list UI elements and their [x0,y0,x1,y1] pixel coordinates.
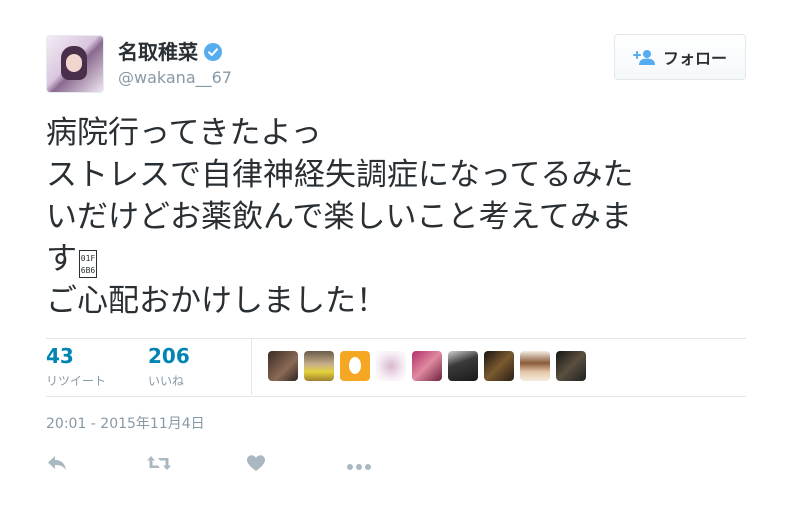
more-button[interactable] [346,452,446,478]
stats-separator [251,339,252,395]
reply-icon [46,454,68,476]
like-button[interactable] [246,452,346,478]
tweet-actions [46,452,446,478]
avatar-face [66,54,82,72]
liker-avatar[interactable] [484,351,514,381]
tweet-line-5: ご心配おかけしました！ [46,283,387,319]
more-icon [346,456,372,475]
stats-top-divider [46,338,746,339]
liker-avatar[interactable] [340,351,370,381]
retweet-icon [146,454,172,476]
tweet-line-1: 病院行ってきたよっ [46,115,322,151]
retweet-stat[interactable]: 43 リツイート [46,344,106,390]
tweet-text: 病院行ってきたよっ ストレスで自律神経失調症になってるみた いだけどお薬飲んで楽… [46,112,746,322]
display-name[interactable]: 名取稚菜 [118,40,222,64]
likers-avatars [268,351,592,381]
heart-icon [246,454,266,476]
retweet-label: リツイート [46,374,107,388]
add-user-icon [632,49,655,65]
like-count[interactable]: 206 [148,344,190,368]
avatar[interactable] [46,35,104,93]
stats-bottom-divider [46,396,746,397]
liker-avatar[interactable] [556,351,586,381]
liker-avatar[interactable] [520,351,550,381]
retweet-button[interactable] [146,452,246,478]
liker-avatar[interactable] [376,351,406,381]
liker-avatar[interactable] [448,351,478,381]
verified-badge-icon [204,43,222,61]
reply-button[interactable] [46,452,146,478]
follow-button[interactable]: フォロー [614,34,746,80]
missing-glyph-box: 01F 6B6 [79,250,97,278]
liker-avatar[interactable] [412,351,442,381]
display-name-text[interactable]: 名取稚菜 [118,40,198,64]
liker-avatar[interactable] [268,351,298,381]
user-handle[interactable]: @wakana__67 [118,68,232,88]
follow-button-label: フォロー [662,49,727,68]
like-label: いいね [148,374,185,388]
liker-avatar[interactable] [304,351,334,381]
tweet-line-4: す [46,241,77,277]
tweet-line-2: ストレスで自律神経失調症になってるみた [46,157,634,193]
tweet-timestamp[interactable]: 20:01 - 2015年11月4日 [46,414,205,434]
retweet-count[interactable]: 43 [46,344,106,368]
tweet-line-3: いだけどお薬飲んで楽しいこと考えてみま [46,199,632,235]
like-stat[interactable]: 206 いいね [148,344,190,390]
